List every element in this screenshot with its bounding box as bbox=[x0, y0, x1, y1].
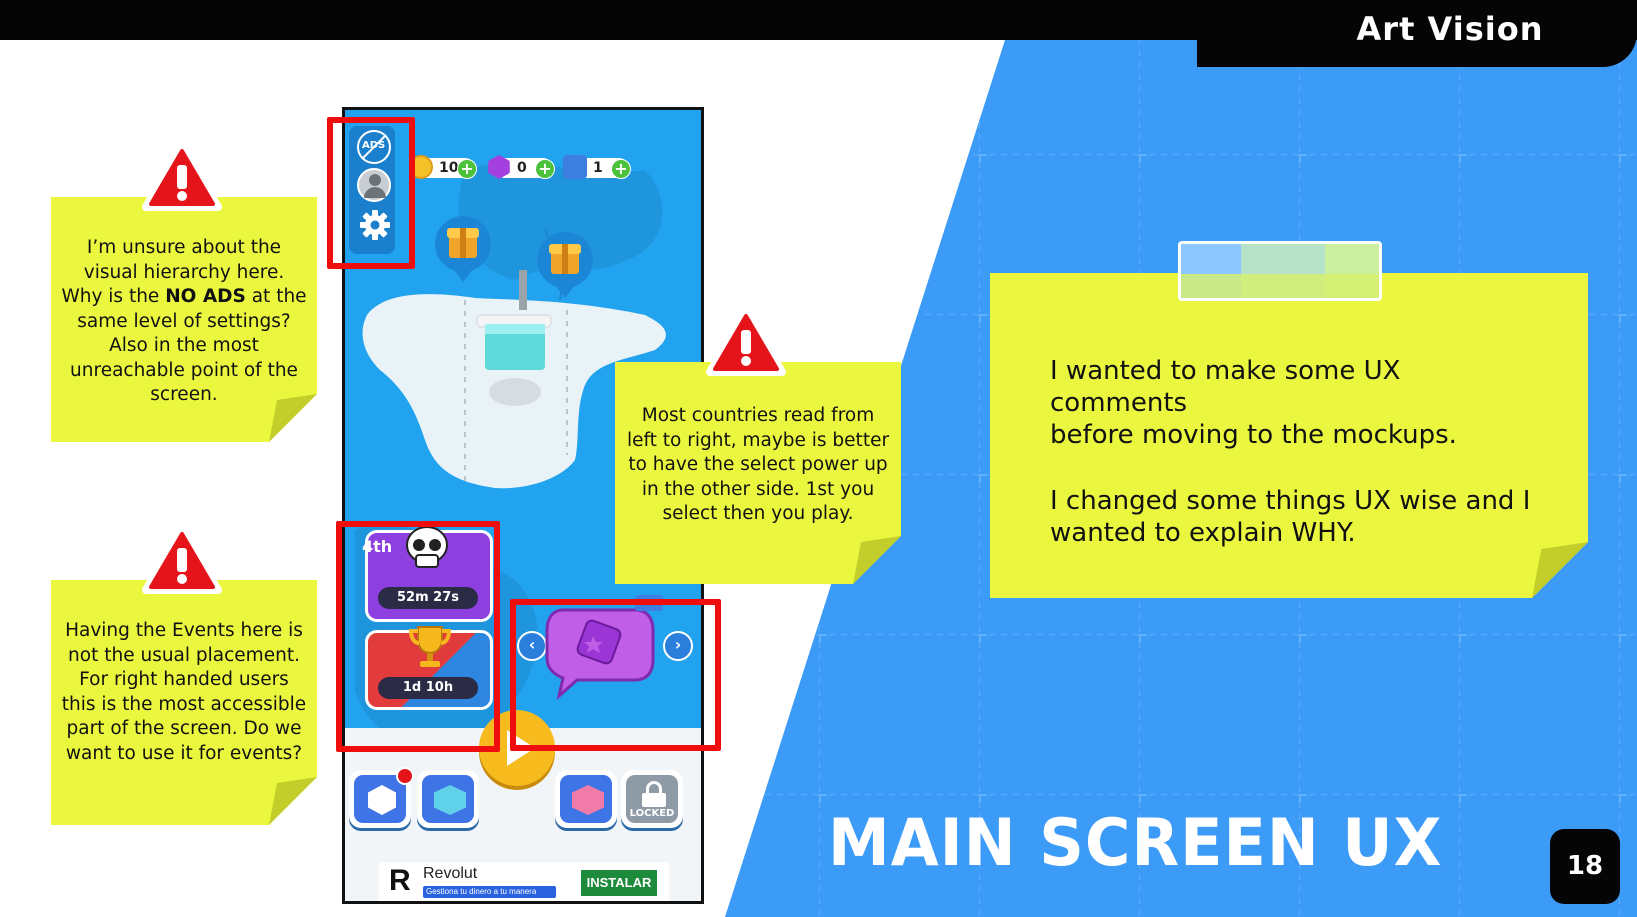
notification-badge bbox=[396, 767, 414, 785]
add-gems-button[interactable]: + bbox=[535, 159, 555, 179]
ad-install-button[interactable]: INSTALAR bbox=[581, 870, 657, 896]
skip-icon bbox=[563, 155, 587, 179]
warning-icon bbox=[706, 306, 786, 376]
locked-button[interactable]: LOCKED bbox=[621, 770, 683, 828]
highlight-powerup-selector bbox=[510, 599, 721, 751]
note-events-placement-text: Having the Events here is not the usual … bbox=[61, 620, 307, 764]
note-fold bbox=[853, 536, 901, 584]
coin-counter: 10 + bbox=[409, 155, 477, 179]
locked-label: LOCKED bbox=[629, 808, 675, 819]
warning-icon bbox=[142, 141, 222, 211]
ad-banner[interactable]: R Revolut Gestiona tu dinero a tu manera… bbox=[379, 862, 669, 901]
add-skips-button[interactable]: + bbox=[611, 159, 631, 179]
note-fold bbox=[269, 777, 317, 825]
tape bbox=[1178, 241, 1382, 301]
note-fold bbox=[1532, 542, 1588, 598]
upgrade-button[interactable] bbox=[555, 770, 617, 828]
section-title: MAIN SCREEN UX bbox=[828, 804, 1443, 881]
shop-button[interactable] bbox=[349, 767, 414, 828]
highlight-events bbox=[336, 521, 500, 752]
note-visual-hierarchy-text: I’m unsure about the visual hierarchy he… bbox=[61, 237, 307, 405]
skip-counter: 1 + bbox=[563, 155, 631, 179]
page-number: 18 bbox=[1550, 829, 1620, 904]
ad-tagline: Gestiona tu dinero a tu manera bbox=[423, 886, 556, 898]
highlight-top-left-buttons bbox=[327, 117, 415, 269]
brand-name: Art Vision bbox=[1356, 10, 1544, 48]
warning-icon bbox=[142, 524, 222, 594]
ad-brand: Revolut bbox=[423, 865, 478, 882]
add-coins-button[interactable]: + bbox=[457, 159, 477, 179]
note-intro-text: I wanted to make some UX comments before … bbox=[1050, 356, 1531, 548]
gem-counter: 0 + bbox=[488, 155, 555, 179]
revolut-logo: R bbox=[389, 864, 411, 897]
note-reading-direction-text: Most countries read from left to right, … bbox=[626, 405, 890, 524]
skins-button[interactable] bbox=[417, 770, 479, 828]
